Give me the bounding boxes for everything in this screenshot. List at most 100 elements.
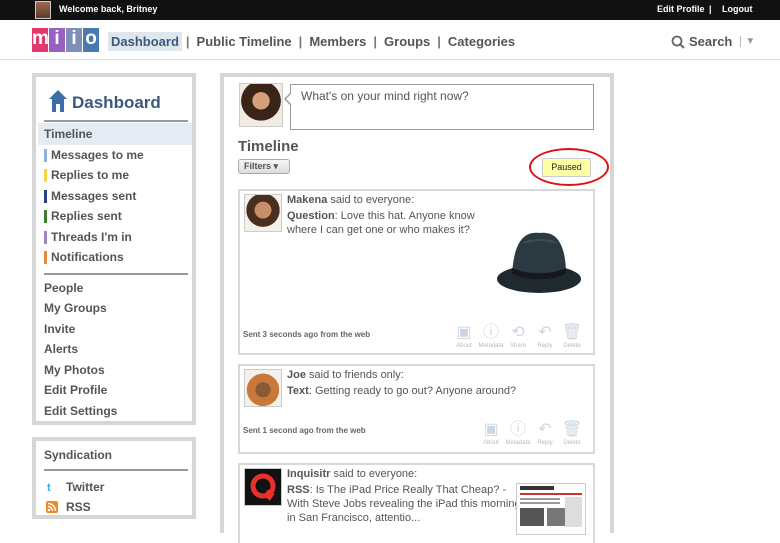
reply-icon: ↶ bbox=[538, 421, 552, 438]
post-author[interactable]: Joe bbox=[287, 369, 306, 381]
delete-button[interactable]: 🗑 Delete bbox=[559, 324, 585, 349]
author-avatar[interactable] bbox=[244, 369, 282, 407]
post-header: Joe said to friends only: bbox=[287, 369, 404, 381]
post-type: RSS bbox=[287, 484, 310, 496]
about-button[interactable]: ▣ About bbox=[478, 421, 504, 446]
nav-members[interactable]: Members bbox=[306, 32, 369, 51]
share-button[interactable]: ⟲ Share bbox=[505, 324, 531, 349]
sidebar-item-label: Threads I'm in bbox=[51, 230, 132, 244]
reply-icon: ↶ bbox=[538, 324, 552, 341]
author-avatar[interactable] bbox=[244, 194, 282, 232]
sidebar-item-timeline[interactable]: Timeline bbox=[44, 127, 92, 141]
sidebar-item-notifications[interactable]: Notifications bbox=[44, 250, 124, 264]
action-label: Metadata bbox=[478, 343, 504, 349]
sidebar-item-my-photos[interactable]: My Photos bbox=[44, 363, 105, 377]
status-input[interactable]: What's on your mind right now? bbox=[284, 84, 594, 130]
sidebar-title: Dashboard bbox=[48, 89, 161, 113]
reply-button[interactable]: ↶ Reply bbox=[532, 324, 558, 349]
post-author[interactable]: Inquisitr bbox=[287, 468, 330, 480]
sidebar-item-my-groups[interactable]: My Groups bbox=[44, 301, 107, 315]
timeline-heading: Timeline bbox=[238, 138, 299, 155]
color-marker bbox=[44, 230, 47, 244]
hat-image[interactable] bbox=[494, 221, 584, 297]
timeline-post: Makena said to everyone: Question: Love … bbox=[238, 189, 595, 355]
action-label: Share bbox=[509, 343, 526, 349]
post-actions: ▣ About ⓘ Metadata ↶ Reply 🗑 Delete bbox=[477, 421, 585, 446]
header: m i i o Dashboard | Public Timeline | Me… bbox=[0, 20, 780, 60]
post-text: Is The iPad Price Really That Cheap? - bbox=[315, 484, 507, 496]
article-thumbnail[interactable] bbox=[516, 483, 586, 535]
action-label: Metadata bbox=[505, 440, 531, 446]
edit-profile-link[interactable]: Edit Profile bbox=[657, 4, 705, 14]
about-button[interactable]: ▣ About bbox=[451, 324, 477, 349]
twitter-label: Twitter bbox=[66, 480, 105, 494]
nav-divider: | bbox=[373, 34, 378, 49]
trash-icon: 🗑 bbox=[561, 421, 583, 438]
search-button[interactable]: Search ▼ bbox=[671, 34, 755, 49]
nav-dashboard[interactable]: Dashboard bbox=[108, 32, 182, 51]
post-header: Makena said to everyone: bbox=[287, 194, 414, 206]
logo-letter: i bbox=[66, 28, 82, 52]
search-label: Search bbox=[689, 34, 733, 49]
sidebar-item-label: Replies sent bbox=[51, 209, 122, 223]
post-text: where I can get one or who makes it? bbox=[287, 224, 470, 236]
nav-categories[interactable]: Categories bbox=[445, 32, 518, 51]
post-audience: said to friends only: bbox=[309, 369, 404, 381]
reply-button[interactable]: ↶ Reply bbox=[532, 421, 558, 446]
trash-icon: 🗑 bbox=[561, 324, 583, 341]
info-icon: ⓘ bbox=[482, 324, 499, 341]
nav-public-timeline[interactable]: Public Timeline bbox=[194, 32, 295, 51]
user-avatar[interactable] bbox=[35, 1, 51, 19]
sidebar: Dashboard Timeline Messages to me Replie… bbox=[32, 73, 196, 425]
nav-divider: | bbox=[298, 34, 303, 49]
main-panel: What's on your mind right now? Timeline … bbox=[220, 73, 614, 543]
timeline-post: Inquisitr said to everyone: RSS: Is The … bbox=[238, 463, 595, 543]
sidebar-item-replies-to-me[interactable]: Replies to me bbox=[44, 168, 129, 182]
post-author[interactable]: Makena bbox=[287, 194, 327, 206]
post-audience: said to everyone: bbox=[333, 468, 418, 480]
twitter-link[interactable]: t Twitter bbox=[46, 480, 104, 494]
logo[interactable]: m i i o bbox=[32, 28, 100, 52]
sidebar-item-invite[interactable]: Invite bbox=[44, 322, 75, 336]
sidebar-item-messages-sent[interactable]: Messages sent bbox=[44, 189, 136, 203]
color-marker bbox=[44, 168, 47, 182]
rss-icon bbox=[46, 501, 58, 513]
syndication-panel: Syndication t Twitter RSS bbox=[32, 437, 196, 519]
sidebar-item-messages-to-me[interactable]: Messages to me bbox=[44, 148, 144, 162]
sidebar-item-threads[interactable]: Threads I'm in bbox=[44, 230, 132, 244]
post-text: in San Francisco, attentio... bbox=[287, 512, 421, 524]
inquisitr-logo bbox=[250, 473, 276, 501]
sidebar-item-replies-sent[interactable]: Replies sent bbox=[44, 209, 122, 223]
post-text: Love this hat. Anyone know bbox=[340, 210, 475, 222]
rss-link[interactable]: RSS bbox=[46, 500, 91, 514]
highlight-circle bbox=[529, 148, 609, 186]
post-body: Question: Love this hat. Anyone know whe… bbox=[287, 210, 475, 236]
nav-groups[interactable]: Groups bbox=[381, 32, 433, 51]
color-marker bbox=[44, 148, 47, 162]
sidebar-item-edit-profile[interactable]: Edit Profile bbox=[44, 383, 107, 397]
filters-dropdown[interactable]: Filters ▾ bbox=[238, 159, 290, 174]
post-body: Text: Getting ready to go out? Anyone ar… bbox=[287, 385, 517, 397]
welcome-text: Welcome back, Britney bbox=[59, 4, 158, 14]
color-marker bbox=[44, 189, 47, 203]
metadata-button[interactable]: ⓘ Metadata bbox=[505, 421, 531, 446]
action-label: Delete bbox=[563, 343, 581, 349]
divider bbox=[44, 273, 188, 275]
author-avatar[interactable] bbox=[244, 468, 282, 506]
main-nav: Dashboard | Public Timeline | Members | … bbox=[108, 32, 518, 51]
logout-link[interactable]: Logout bbox=[722, 4, 753, 14]
post-timestamp: Sent 3 seconds ago from the web bbox=[243, 330, 371, 339]
sidebar-item-people[interactable]: People bbox=[44, 281, 83, 295]
divider bbox=[44, 120, 188, 122]
search-icon bbox=[671, 35, 685, 49]
sidebar-item-edit-settings[interactable]: Edit Settings bbox=[44, 404, 117, 418]
sidebar-item-alerts[interactable]: Alerts bbox=[44, 342, 78, 356]
thumbnail-image bbox=[520, 486, 582, 527]
twitter-icon: t bbox=[47, 482, 51, 493]
top-bar: Welcome back, Britney Edit Profile | Log… bbox=[0, 0, 780, 20]
delete-button[interactable]: 🗑 Delete bbox=[559, 421, 585, 446]
post-text: With Steve Jobs revealing the iPad this … bbox=[287, 498, 521, 510]
metadata-button[interactable]: ⓘ Metadata bbox=[478, 324, 504, 349]
post-actions: ▣ About ⓘ Metadata ⟲ Share ↶ Reply 🗑 Delete bbox=[450, 324, 585, 349]
chevron-down-icon[interactable]: ▼ bbox=[740, 36, 755, 47]
